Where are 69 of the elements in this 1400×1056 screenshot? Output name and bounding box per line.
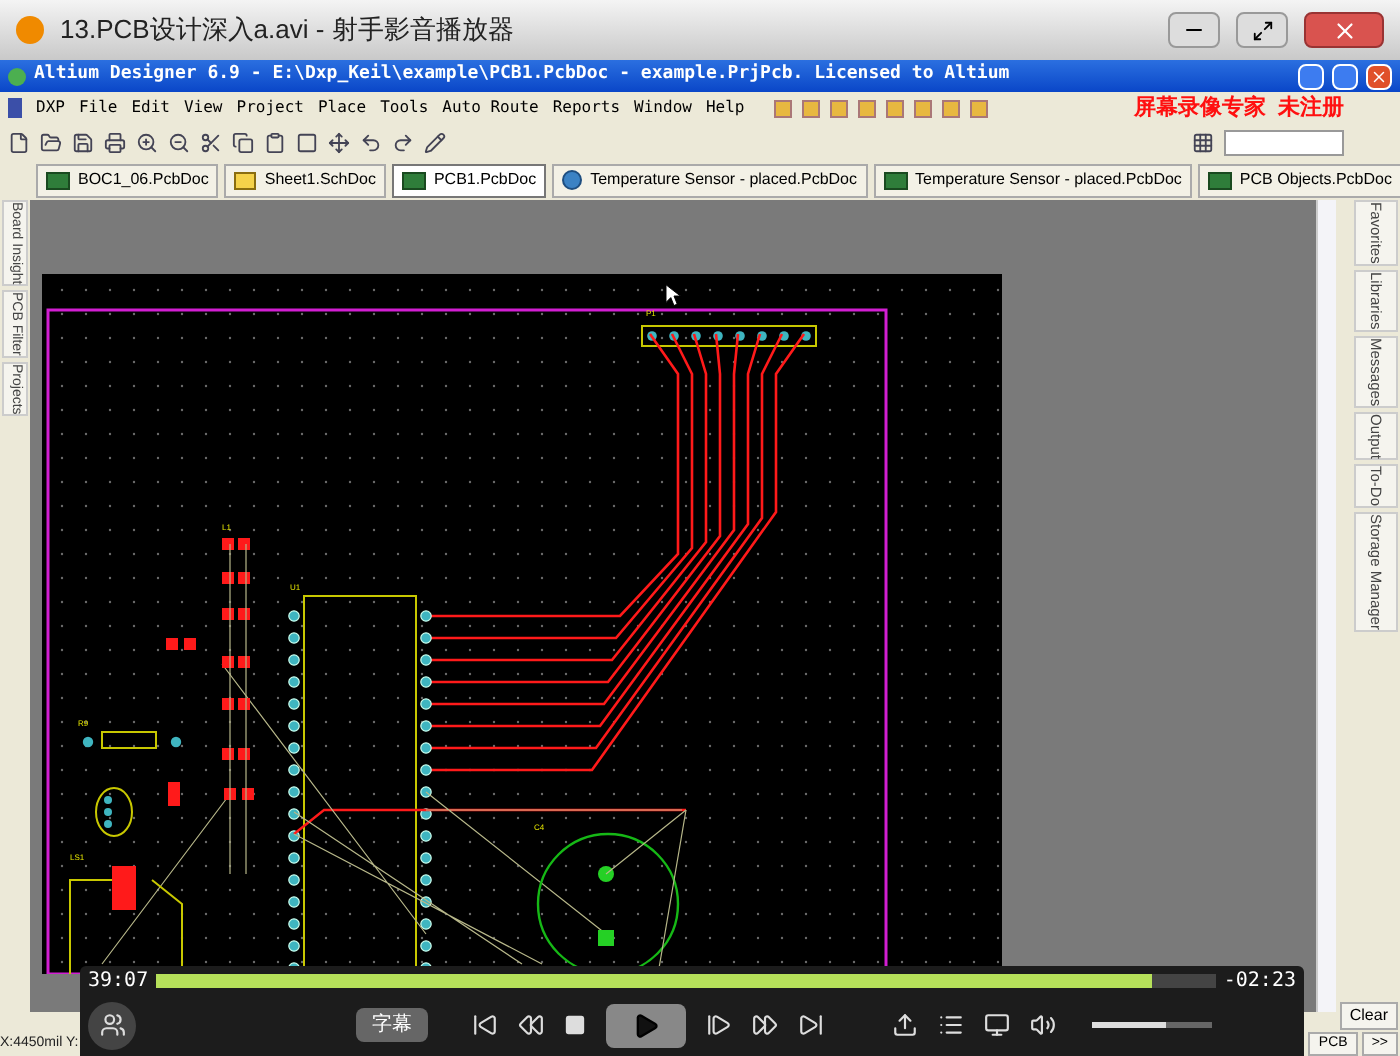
rewind-button[interactable] [518, 1012, 544, 1038]
menu-item[interactable]: Help [705, 96, 745, 120]
board-icon [46, 171, 70, 189]
scissors-icon[interactable] [200, 131, 222, 153]
document-tab[interactable]: Sheet1.SchDoc [224, 163, 386, 197]
menu-item[interactable]: Window [634, 96, 692, 120]
undo-icon[interactable] [360, 131, 382, 153]
board-icon [1207, 171, 1232, 189]
stop-button[interactable] [564, 1014, 586, 1036]
play-icon [632, 1011, 660, 1039]
menu-item[interactable]: Project [236, 96, 304, 120]
zoom-in-icon[interactable] [136, 131, 158, 153]
users-button[interactable] [88, 1001, 136, 1049]
volume-track[interactable] [1092, 1022, 1212, 1028]
play-button[interactable] [606, 1003, 686, 1047]
square-icon[interactable] [296, 131, 318, 153]
skip-forward-button[interactable] [798, 1012, 824, 1038]
copy-icon[interactable] [232, 131, 254, 153]
menu-item[interactable]: Auto Route [442, 96, 539, 120]
skip-back-button[interactable] [472, 1012, 498, 1038]
close-button[interactable] [1304, 12, 1384, 48]
document-tab[interactable]: PCB Objects.PcbDoc [1197, 163, 1400, 197]
playlist-button[interactable] [938, 1012, 964, 1038]
maximize-button[interactable] [1236, 12, 1288, 48]
board-icon [401, 171, 426, 189]
save-icon[interactable] [72, 131, 94, 153]
menu-item[interactable]: File [78, 96, 118, 120]
upload-button[interactable] [892, 1012, 918, 1038]
document-tab[interactable]: BOC1_06.PcbDoc [36, 163, 219, 197]
document-tab[interactable]: PCB1.PcbDoc [391, 163, 547, 197]
maximize-icon [1251, 19, 1273, 41]
sheet-icon [234, 171, 257, 189]
close-icon [1370, 67, 1388, 85]
screen-button[interactable] [984, 1012, 1010, 1038]
clear-button[interactable]: Clear [1339, 1001, 1398, 1029]
app-title: Altium Designer 6.9 - E:\Dxp_Keil\example\PCB1.PcbDoc - example.PrjPcb. Licensed to Altium [34, 62, 1012, 89]
volume-button[interactable] [1030, 1012, 1056, 1038]
recorder-notice: 屏幕录像专家 未注册 [1133, 93, 1346, 124]
printer-icon[interactable] [104, 131, 126, 153]
menu-item[interactable]: Tools [380, 96, 429, 120]
cursor-icon [666, 284, 682, 308]
document-tab[interactable]: Temperature Sensor - placed.PcbDoc [873, 163, 1192, 197]
dropdown-field[interactable] [1224, 129, 1344, 155]
globe-icon [562, 170, 583, 190]
redo-icon[interactable] [392, 131, 414, 153]
close-icon [1331, 17, 1357, 43]
zoom-out-icon[interactable] [168, 131, 190, 153]
pencil-icon[interactable] [424, 131, 446, 153]
restore-button[interactable] [1332, 63, 1358, 89]
scrollbar[interactable] [1316, 200, 1336, 1012]
window-title: 13.PCB设计深入a.avi - 射手影音播放器 [60, 12, 516, 49]
document-tab[interactable]: Temperature Sensor - placed.PcbDoc [552, 163, 868, 197]
menu-item[interactable]: Edit [131, 96, 170, 120]
new-file-icon[interactable] [8, 131, 30, 153]
fast-forward-button[interactable] [752, 1012, 778, 1038]
users-icon [99, 1012, 125, 1038]
grid-icon[interactable] [1192, 131, 1214, 153]
move-icon[interactable] [328, 131, 350, 153]
menu-item[interactable]: View [183, 96, 223, 120]
remaining-time: -02:23 [1223, 967, 1296, 995]
clipboard-icon[interactable] [264, 131, 286, 153]
menu-item[interactable]: Reports [552, 96, 621, 120]
step-forward-button[interactable] [706, 1012, 732, 1038]
folder-icon[interactable] [40, 131, 62, 153]
play-logo-icon [16, 16, 44, 44]
board-icon [883, 171, 908, 189]
menu-item[interactable]: DXP [36, 96, 65, 120]
subtitle-button[interactable]: 字幕 [356, 1008, 428, 1042]
menu-item[interactable]: Place [317, 96, 367, 120]
